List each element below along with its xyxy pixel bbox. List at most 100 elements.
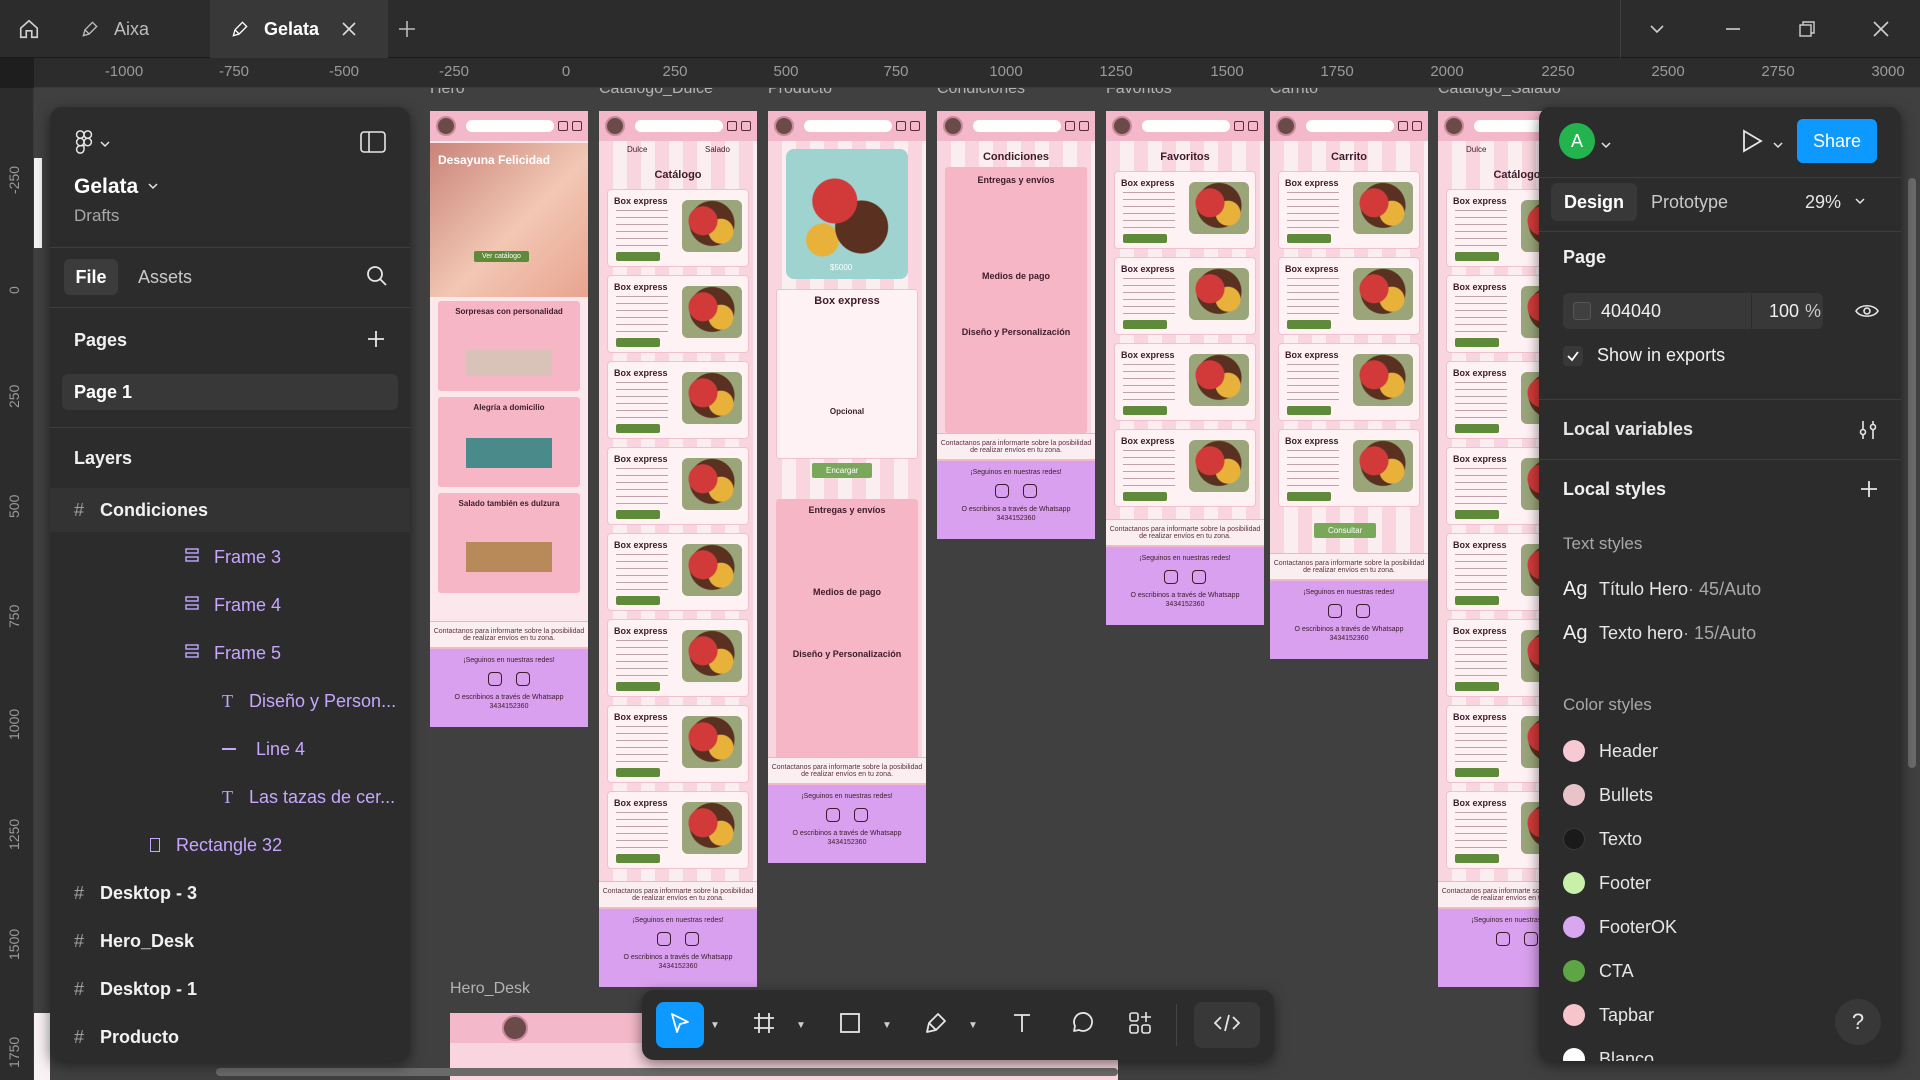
mock-deliveries: Entregas y envíos: [977, 175, 1055, 185]
page-color-value[interactable]: 404040: [1601, 301, 1661, 322]
restore-icon[interactable]: [1792, 14, 1822, 44]
figma-logo-icon: [74, 129, 94, 160]
minimize-icon[interactable]: [1718, 14, 1748, 44]
frame-tool-button[interactable]: [740, 1002, 788, 1048]
color-style-cta[interactable]: CTA: [1539, 951, 1901, 991]
move-tool-button[interactable]: [656, 1002, 704, 1048]
mock-whatsapp-text: O escribinos a través de Whatsapp: [454, 694, 564, 701]
frame-producto[interactable]: $5000 Box express Opcional Encargar Entr…: [768, 111, 926, 863]
layer-row-las-tazas[interactable]: T Las tazas de cer...: [50, 775, 410, 819]
text-style-texto-hero[interactable]: Ag Texto hero · 15/Auto: [1539, 613, 1901, 653]
frame-catalogo-dulce[interactable]: Dulce Salado Catálogo Box express Box ex…: [599, 111, 757, 987]
pen-tool-button[interactable]: [912, 1002, 960, 1048]
layer-row-rectangle-32[interactable]: Rectangle 32: [50, 823, 410, 867]
add-page-plus-icon[interactable]: [366, 329, 386, 354]
chevron-down-icon[interactable]: ▼: [882, 1020, 892, 1031]
new-tab-plus-icon[interactable]: [392, 14, 422, 44]
chevron-down-icon[interactable]: ▼: [968, 1020, 978, 1031]
dev-mode-toggle[interactable]: [1194, 1002, 1260, 1048]
mock-card-title: Box express: [1285, 178, 1339, 188]
file-location[interactable]: Drafts: [74, 206, 119, 226]
chevron-down-icon[interactable]: [1601, 137, 1611, 155]
horizontal-scrollbar[interactable]: [216, 1068, 1118, 1076]
layer-row-frame-4[interactable]: Frame 4: [50, 583, 410, 627]
frame-label-carrito[interactable]: Carrito: [1270, 88, 1318, 98]
color-style-footerok[interactable]: FooterOK: [1539, 907, 1901, 947]
mock-product-card: Box express: [607, 275, 749, 353]
divider: [1539, 459, 1901, 460]
home-icon[interactable]: [12, 14, 46, 44]
tab-prototype[interactable]: Prototype: [1651, 183, 1728, 221]
tab-aixa[interactable]: Aixa: [60, 0, 208, 58]
color-style-bullets[interactable]: Bullets: [1539, 775, 1901, 815]
mock-card-title: Box express: [1453, 196, 1507, 206]
layer-row-desktop-1[interactable]: # Desktop - 1: [50, 967, 410, 1011]
text-tool-button[interactable]: [998, 1002, 1046, 1048]
frame-condiciones[interactable]: Condiciones Entregas y envíos Medios de …: [937, 111, 1095, 539]
text-style-titulo-hero[interactable]: Ag Título Hero · 45/Auto: [1539, 569, 1901, 609]
layer-row-diseno[interactable]: T Diseño y Person...: [50, 679, 410, 723]
mock-cart-button: Consultar: [1314, 523, 1377, 538]
layer-row-frame-5[interactable]: Frame 5: [50, 631, 410, 675]
tab-file[interactable]: File: [64, 259, 118, 295]
frame-label-hero-desk[interactable]: Hero_Desk: [450, 980, 530, 998]
search-icon[interactable]: [366, 265, 388, 292]
page-opacity-value[interactable]: 100: [1769, 301, 1799, 322]
close-tab-icon[interactable]: [341, 21, 357, 37]
comment-tool-button[interactable]: [1058, 1002, 1106, 1048]
main-menu-button[interactable]: [74, 129, 110, 160]
layer-row-condiciones[interactable]: # Condiciones: [50, 488, 410, 532]
variables-settings-icon[interactable]: [1857, 419, 1879, 446]
frame-label-catalogo-salado[interactable]: Catalogo_Salado: [1438, 88, 1561, 98]
vertical-scrollbar[interactable]: [1908, 178, 1916, 768]
facebook-icon: [1524, 932, 1538, 946]
tab-assets[interactable]: Assets: [128, 259, 202, 295]
color-style-header[interactable]: Header: [1539, 731, 1901, 771]
frame-label-condiciones[interactable]: Condiciones: [937, 88, 1025, 98]
show-in-exports-checkbox[interactable]: Show in exports: [1563, 345, 1725, 366]
page-item-page-1[interactable]: Page 1: [62, 374, 398, 410]
layer-row-frame-3[interactable]: Frame 3: [50, 535, 410, 579]
color-style-texto[interactable]: Texto: [1539, 819, 1901, 859]
mock-hero-cta: Ver catálogo: [474, 251, 529, 262]
layer-row-line-4[interactable]: Line 4: [50, 727, 410, 771]
layer-row-desktop-3[interactable]: # Desktop - 3: [50, 871, 410, 915]
ruler-tick: 250: [662, 63, 688, 80]
mock-footer: ¡Seguinos en nuestras redes! O escribinos…: [599, 907, 757, 987]
page-color-swatch[interactable]: [1573, 302, 1591, 320]
layer-row-hero-desk[interactable]: # Hero_Desk: [50, 919, 410, 963]
chevron-down-icon[interactable]: [1642, 14, 1672, 44]
tab-design[interactable]: Design: [1551, 183, 1637, 221]
file-name-button[interactable]: Gelata: [74, 175, 158, 199]
page-color-field[interactable]: 404040 100 %: [1563, 293, 1823, 329]
offscreen-frame: [34, 1013, 50, 1080]
frame-label-producto[interactable]: Producto: [768, 88, 832, 98]
help-question-icon[interactable]: ?: [1835, 999, 1881, 1045]
frame-hero[interactable]: Desayuna Felicidad Ver catálogo Sorpresa…: [430, 111, 588, 727]
frame-favoritos[interactable]: Favoritos Box express Box express Box ex…: [1106, 111, 1264, 625]
local-variables-header[interactable]: Local variables: [1563, 419, 1693, 440]
color-style-footer[interactable]: Footer: [1539, 863, 1901, 903]
add-style-plus-icon[interactable]: [1859, 479, 1879, 504]
layer-row-producto[interactable]: # Producto: [50, 1015, 410, 1059]
close-window-icon[interactable]: [1866, 14, 1896, 44]
chevron-down-icon[interactable]: ▼: [710, 1020, 720, 1031]
shape-tool-button[interactable]: [826, 1002, 874, 1048]
share-button[interactable]: Share: [1797, 119, 1877, 163]
present-play-icon[interactable]: [1741, 129, 1763, 158]
frame-label-hero[interactable]: Hero: [430, 88, 465, 98]
frame-carrito[interactable]: Carrito Box express Box express Box expr…: [1270, 111, 1428, 659]
frame-label-catalogo-dulce[interactable]: Catalogo_Dulce: [599, 88, 713, 98]
sidebar-toggle-icon[interactable]: [360, 131, 386, 158]
actions-tool-button[interactable]: [1116, 1002, 1164, 1048]
ruler-tick: -250: [6, 165, 22, 194]
chevron-down-icon[interactable]: [1773, 137, 1783, 155]
tab-gelata[interactable]: Gelata: [210, 0, 388, 58]
zoom-dropdown[interactable]: 29%: [1805, 183, 1865, 221]
avatar[interactable]: A: [1559, 123, 1595, 159]
mock-product-card: Box express: [1114, 429, 1256, 507]
chevron-down-icon[interactable]: ▼: [796, 1020, 806, 1031]
ruler-tick: 250: [6, 384, 22, 408]
frame-label-favoritos[interactable]: Favoritos: [1106, 88, 1172, 98]
eye-visibility-icon[interactable]: [1855, 301, 1879, 326]
